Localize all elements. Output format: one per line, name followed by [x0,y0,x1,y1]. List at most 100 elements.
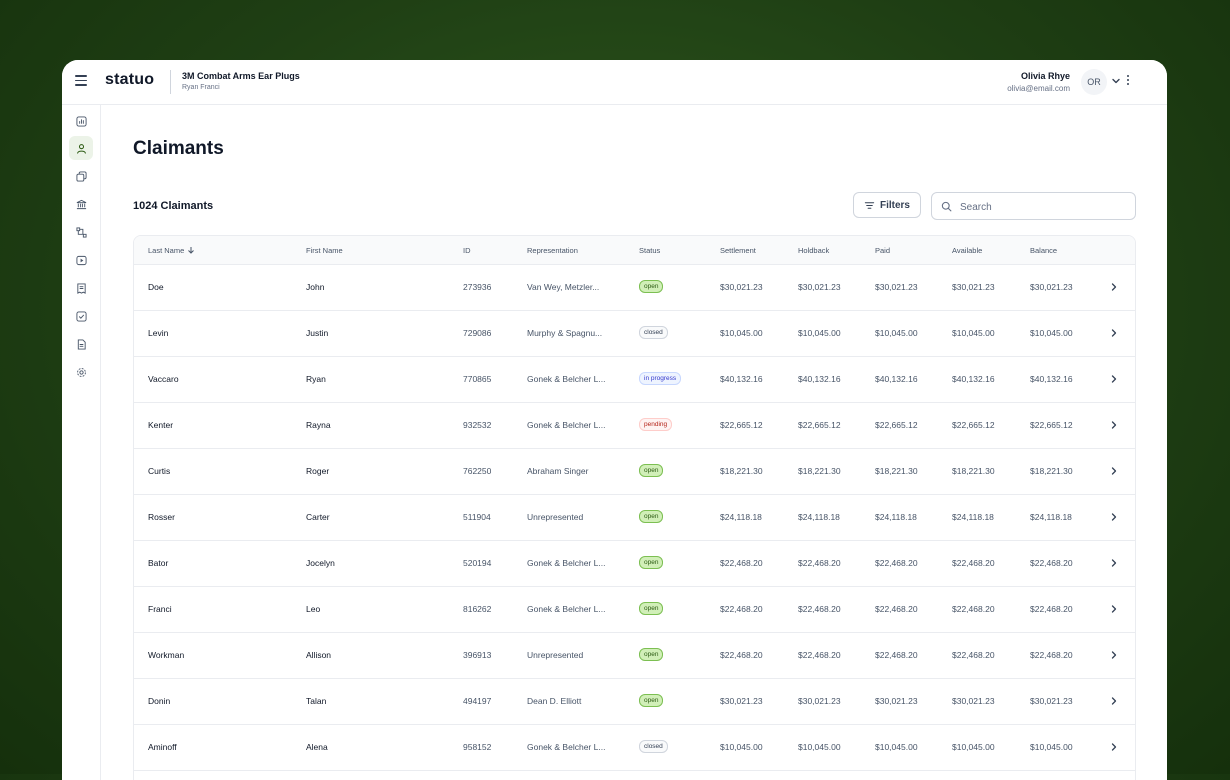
sidebar-item-bank[interactable] [69,192,93,216]
cell-id: 932532 [463,420,492,430]
table-row[interactable]: Vaccaro Ryan 770865 Gonek & Belcher L... $40… [134,356,1135,403]
cell-balance: $22,468.20 [1030,558,1073,568]
filters-label: Filters [879,199,910,211]
column-header-holdback[interactable]: Holdback [798,246,829,255]
avatar[interactable]: OR [1081,69,1107,95]
cell-representation: Gonek & Belcher L... [527,742,606,752]
status-badge: open [639,602,664,615]
table-row[interactable]: Kenter Rayna 932532 Gonek & Belcher L... $22… [134,402,1135,449]
cell-available: $30,021.23 [952,696,995,706]
chevron-right-icon[interactable] [1110,420,1118,430]
sidebar-item-copies[interactable] [69,164,93,188]
cell-first-name: Rayna [306,420,331,430]
top-bar: statuo 3M Combat Arms Ear Plugs Ryan Fra… [62,60,1167,105]
sidebar-item-receipts[interactable] [69,276,93,300]
column-header-representation[interactable]: Representation [527,246,578,255]
filters-button[interactable]: Filters [853,192,921,218]
cell-last-name: Aminoff [148,742,177,752]
chevron-right-icon[interactable] [1110,374,1118,384]
table-row[interactable]: Rosser Carter 511904 Unrepresented $24,118.1… [134,494,1135,541]
cell-settlement: $10,045.00 [720,742,763,752]
cell-paid: $10,045.00 [875,328,918,338]
column-header-available[interactable]: Available [952,246,982,255]
cell-settlement: $22,468.20 [720,558,763,568]
search-input[interactable] [958,198,1132,216]
status-badge: closed [639,326,668,339]
cell-first-name: Leo [306,604,321,614]
user-email: olivia@email.com [1007,84,1070,93]
cell-holdback: $30,021.23 [798,282,841,292]
cell-settlement: $18,221.30 [720,466,763,476]
logo[interactable]: statuo [105,71,154,89]
cell-balance: $24,118.18 [1030,512,1072,522]
cell-paid: $22,468.20 [875,650,918,660]
table-row[interactable]: Aminoff Alena 958152 Gonek & Belcher L... $1… [134,724,1135,771]
cell-id: 816262 [463,604,492,614]
column-header-settlement[interactable]: Settlement [720,246,756,255]
sidebar-item-media[interactable] [69,248,93,272]
cell-holdback: $18,221.30 [798,466,841,476]
table-row[interactable]: Levin Justin 729086 Murphy & Spagnu... $10,0… [134,310,1135,357]
cell-settlement: $22,468.20 [720,604,763,614]
cell-paid: $30,021.23 [875,696,918,706]
status-badge: open [639,510,664,523]
cell-balance: $10,045.00 [1030,742,1073,752]
column-header-id[interactable]: ID [463,246,471,255]
search-box[interactable] [931,192,1136,220]
table-row[interactable]: Donin Talan 494197 Dean D. Elliott $30,021.2… [134,678,1135,725]
cell-last-name: Doe [148,282,164,292]
sidebar-item-claimants[interactable] [69,136,93,160]
arrow-down-icon [188,247,195,254]
table-row[interactable]: Franci Leo 816262 Gonek & Belcher L... $22,4… [134,586,1135,633]
chevron-right-icon[interactable] [1110,696,1118,706]
cell-balance: $18,221.30 [1030,466,1073,476]
chevron-right-icon[interactable] [1110,328,1118,338]
cell-representation: Gonek & Belcher L... [527,374,606,384]
column-header-last-name[interactable]: Last Name [148,246,195,255]
chevron-right-icon[interactable] [1110,282,1118,292]
cell-representation: Van Wey, Metzler... [527,282,600,292]
chevron-right-icon[interactable] [1110,466,1118,476]
status-badge: open [639,694,664,707]
sidebar-item-dataflow[interactable] [69,220,93,244]
cell-settlement: $22,665.12 [720,420,763,430]
sidebar-item-documents[interactable] [69,332,93,356]
table-header: Last Name First Name ID Representation S… [134,236,1135,265]
column-header-balance[interactable]: Balance [1030,246,1057,255]
status-badge: open [639,556,664,569]
cell-balance: $10,045.00 [1030,328,1073,338]
cell-holdback: $40,132.16 [798,374,841,384]
cell-representation: Gonek & Belcher L... [527,420,606,430]
table-row[interactable]: Workman Allison 396913 Unrepresented $22,468… [134,632,1135,679]
cell-representation: Unrepresented [527,650,584,660]
sidebar-item-settings[interactable] [69,360,93,384]
app-window: statuo 3M Combat Arms Ear Plugs Ryan Fra… [62,60,1167,780]
cell-paid: $22,665.12 [875,420,918,430]
column-header-paid[interactable]: Paid [875,246,890,255]
cell-paid: $40,132.16 [875,374,918,384]
chevron-right-icon[interactable] [1110,742,1118,752]
chevron-right-icon[interactable] [1110,512,1118,522]
cell-available: $22,468.20 [952,558,995,568]
cell-holdback: $10,045.00 [798,742,841,752]
main-content: Claimants 1024 Claimants Filters Last Na… [101,105,1167,780]
column-header-status[interactable]: Status [639,246,660,255]
claimant-count: 1024 Claimants [133,200,214,212]
hamburger-menu-icon[interactable] [75,75,87,89]
chevron-right-icon[interactable] [1110,604,1118,614]
cell-balance: $22,468.20 [1030,604,1073,614]
sidebar-item-reports[interactable] [69,109,93,133]
user-icon [76,143,86,154]
bank-icon [76,199,86,209]
more-vertical-icon[interactable] [1125,75,1131,89]
chevron-right-icon[interactable] [1110,650,1118,660]
sidebar-item-tasks[interactable] [69,304,93,328]
column-header-first-name[interactable]: First Name [306,246,343,255]
cell-representation: Murphy & Spagnu... [527,328,603,338]
table-row[interactable]: Curtis Roger 762250 Abraham Singer $18,221.3… [134,448,1135,495]
table-row[interactable]: Bator Jocelyn 520194 Gonek & Belcher L... $2… [134,540,1135,587]
cell-id: 762250 [463,466,492,476]
chevron-right-icon[interactable] [1110,558,1118,568]
table-row[interactable]: Doe John 273936 Van Wey, Metzler... $30,021.… [134,264,1135,311]
chevron-down-icon[interactable] [1111,76,1121,86]
